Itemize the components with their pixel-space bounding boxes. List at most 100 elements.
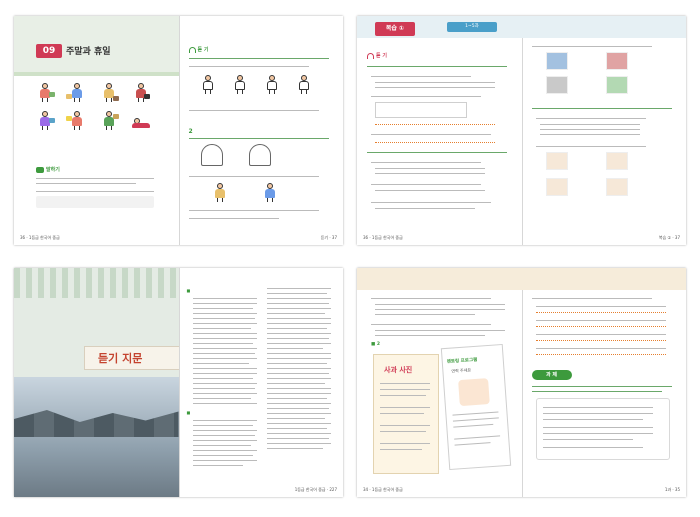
text-line — [535, 348, 666, 349]
text-line — [192, 430, 257, 431]
right-page-footer: 1등급 한국어 중급 · 227 — [294, 487, 337, 492]
text-line — [380, 449, 422, 450]
text-line — [375, 314, 475, 315]
text-line — [539, 134, 640, 135]
text-line — [266, 348, 323, 349]
bell-illustrations — [200, 144, 301, 168]
text-line — [192, 420, 257, 421]
review-tab: 복습 ① — [375, 22, 415, 36]
poster-card-title: 멘토링 프로그램 — [446, 357, 478, 365]
choice-grid — [536, 52, 666, 102]
text-line — [266, 423, 331, 424]
section-2-heading: 2 — [188, 128, 193, 135]
text-line — [535, 306, 666, 307]
text-line — [188, 218, 279, 219]
text-line — [531, 108, 672, 109]
headphones-icon — [188, 46, 196, 53]
text-line — [192, 318, 255, 319]
text-line — [531, 298, 652, 299]
text-line — [188, 176, 319, 177]
spread-review-1: 복습 ① 1~5과 듣 기 36 · 1등급 한국어 중급 복습 ① · 37 — [357, 16, 686, 245]
text-line — [452, 417, 499, 422]
text-line — [375, 330, 505, 331]
text-line — [371, 298, 491, 299]
choice-figure — [293, 74, 315, 94]
text-line — [192, 353, 255, 354]
script-column-left: ■ ■ — [187, 288, 259, 478]
page-header — [357, 268, 522, 290]
text-line — [266, 328, 327, 329]
script-heading: ■ — [186, 410, 191, 415]
text-line — [453, 423, 494, 428]
left-page-footer: 36 · 1등급 한국어 중급 — [363, 235, 403, 240]
script-column-right — [265, 288, 337, 478]
text-line — [266, 303, 329, 304]
text-line — [192, 348, 257, 349]
text-line — [539, 129, 640, 130]
text-line — [454, 442, 491, 446]
text-line — [371, 184, 481, 185]
task-box — [535, 398, 670, 460]
answer-line — [535, 340, 666, 341]
text-line — [380, 395, 426, 396]
answer-line — [375, 142, 495, 143]
text-line — [266, 293, 327, 294]
text-line — [192, 303, 257, 304]
text-line — [380, 443, 430, 444]
listening-heading: 듣 기 — [188, 46, 208, 53]
text-line — [266, 288, 331, 289]
text-line — [367, 66, 507, 67]
text-line — [542, 413, 653, 414]
text-line — [371, 162, 481, 163]
text-line — [192, 328, 251, 329]
text-line — [542, 419, 643, 420]
text-line — [367, 152, 507, 153]
person-illustration — [66, 82, 88, 102]
choice-figure — [197, 74, 219, 94]
village-photo — [14, 377, 179, 497]
text-line — [266, 318, 331, 319]
text-line — [266, 343, 331, 344]
text-line — [266, 338, 329, 339]
speaking-icon — [36, 166, 44, 173]
text-line — [36, 178, 154, 179]
person-illustration — [66, 110, 88, 130]
text-line — [531, 386, 672, 387]
text-line — [375, 335, 485, 336]
text-line — [192, 455, 253, 456]
text-line — [192, 440, 257, 441]
text-line — [192, 425, 253, 426]
text-line — [542, 433, 653, 434]
text-line — [375, 82, 495, 83]
text-line — [266, 398, 327, 399]
text-line — [531, 46, 652, 47]
answer-line — [535, 354, 666, 355]
text-line — [192, 333, 257, 334]
lesson-number-badge: 09 — [36, 44, 62, 58]
person-illustration — [34, 110, 56, 130]
text-line — [542, 407, 653, 408]
text-line — [192, 450, 257, 451]
text-line — [535, 118, 646, 119]
woman-portrait — [605, 178, 628, 196]
answer-line — [375, 124, 495, 125]
text-line — [539, 124, 640, 125]
text-line — [192, 383, 257, 384]
answer-box — [375, 102, 467, 118]
text-line — [266, 443, 331, 444]
person-illustration — [130, 82, 152, 102]
text-line — [371, 134, 491, 135]
left-page: 복습 ① 1~5과 듣 기 36 · 1등급 한국어 중급 — [357, 16, 522, 245]
text-line — [266, 408, 329, 409]
right-page-footer: 듣기 · 37 — [320, 235, 337, 240]
poster-card-title: 사과 사진 — [384, 366, 413, 374]
spread-lesson-1-task: ■ 2 사과 사진 멘토링 프로그램 연락 주세요 34 · 1등급 한국어 중… — [357, 268, 686, 497]
text-line — [375, 168, 485, 169]
left-page-footer: 36 · 1등급 한국어 중급 — [20, 235, 60, 240]
answer-line — [535, 326, 666, 327]
left-page-footer: 34 · 1등급 한국어 중급 — [363, 487, 403, 492]
right-page: 복습 ① · 37 — [521, 16, 686, 245]
text-line — [192, 393, 257, 394]
person-illustration — [209, 182, 231, 202]
text-line — [192, 298, 257, 299]
